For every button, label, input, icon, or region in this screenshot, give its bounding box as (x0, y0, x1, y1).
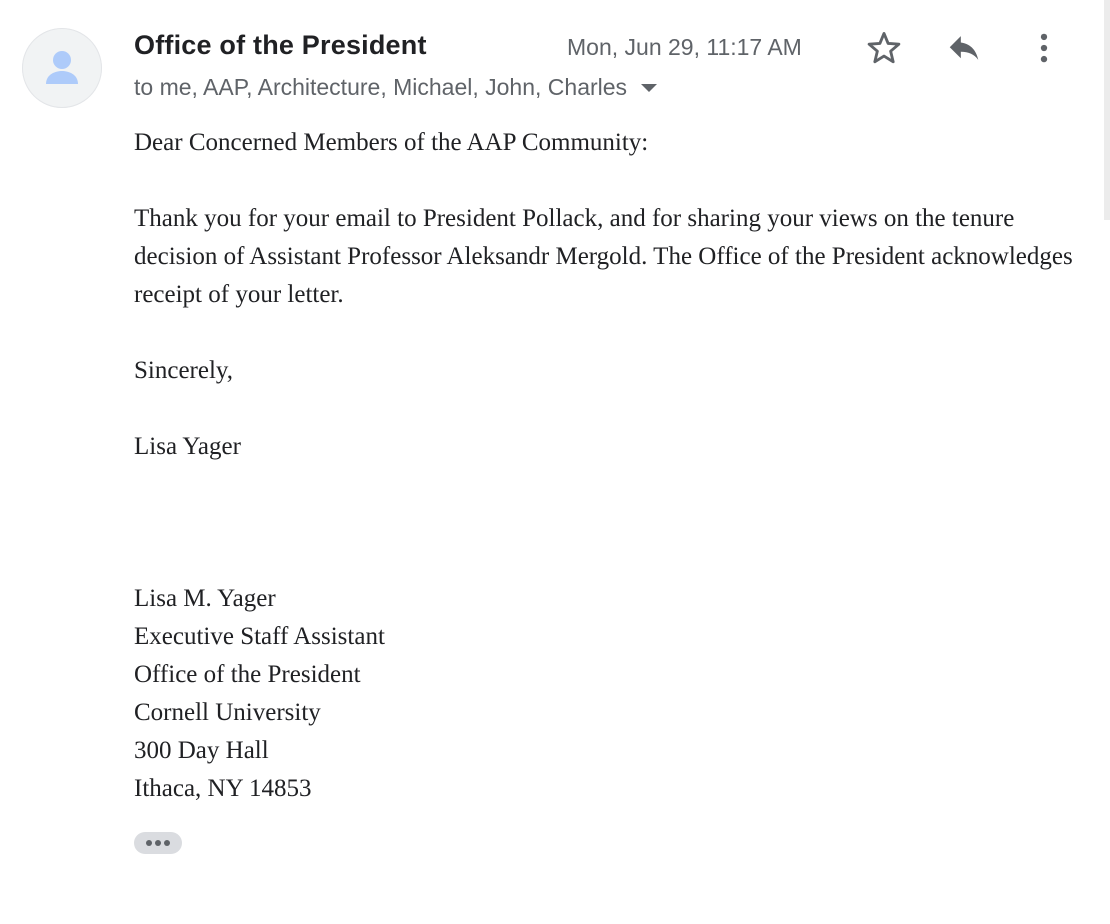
signature-line: Lisa M. Yager (134, 585, 276, 612)
signature-line: Executive Staff Assistant (134, 623, 385, 650)
more-options-button[interactable] (1020, 24, 1068, 72)
reply-icon (949, 36, 979, 60)
sender-avatar (22, 28, 102, 108)
sender-signoff-name: Lisa Yager (134, 433, 241, 460)
star-icon (867, 32, 901, 64)
message-body: Dear Concerned Members of the AAP Commun… (134, 124, 1074, 808)
scrollbar[interactable] (1104, 0, 1110, 220)
message-paragraph: Thank you for your email to President Po… (134, 205, 1073, 308)
dot (164, 840, 170, 846)
show-trimmed-content-button[interactable] (134, 832, 182, 854)
signature-line: Cornell University (134, 699, 321, 726)
star-button[interactable] (860, 24, 908, 72)
more-vert-icon (1040, 33, 1048, 63)
signature-line: Ithaca, NY 14853 (134, 775, 312, 802)
message-date: Mon, Jun 29, 11:17 AM (567, 34, 802, 60)
greeting: Dear Concerned Members of the AAP Commun… (134, 129, 649, 156)
reply-button[interactable] (940, 24, 988, 72)
recipients-text: to me, AAP, Architecture, Michael, John,… (134, 74, 628, 100)
sender-name[interactable]: Office of the President (134, 30, 427, 61)
recipients-line: to me, AAP, Architecture, Michael, John,… (134, 74, 658, 101)
chevron-down-icon[interactable] (641, 83, 658, 92)
signature-line: Office of the President (134, 661, 361, 688)
dot (146, 840, 152, 846)
signature-line: 300 Day Hall (134, 737, 269, 764)
person-icon (46, 51, 78, 84)
dot (155, 840, 161, 846)
signature-block: Lisa M. Yager Executive Staff Assistant … (134, 580, 1074, 808)
closing: Sincerely, (134, 357, 234, 384)
